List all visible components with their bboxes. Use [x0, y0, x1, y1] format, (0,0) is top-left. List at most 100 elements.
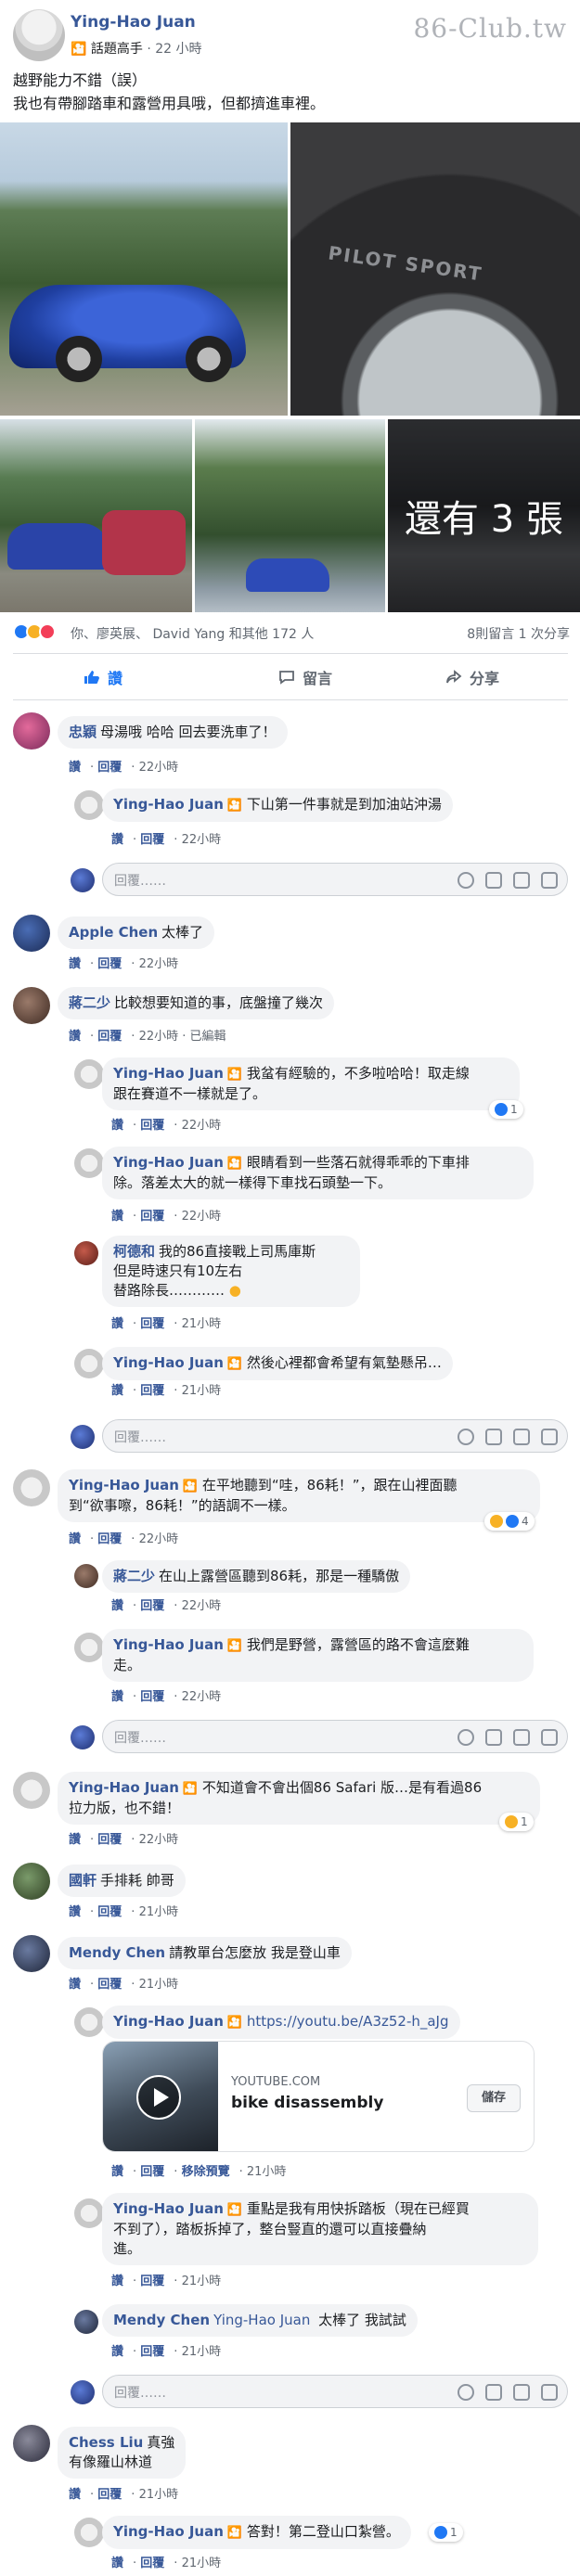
author-avatar[interactable]: [13, 9, 65, 61]
remove-preview-link[interactable]: 移除預覽: [182, 2165, 230, 2179]
avatar[interactable]: [13, 987, 50, 1024]
emoji-icon[interactable]: [458, 872, 474, 889]
photo-4[interactable]: [195, 419, 385, 612]
play-icon[interactable]: [136, 2075, 181, 2120]
thumbs-up-icon: [84, 671, 99, 684]
avatar[interactable]: [13, 1772, 50, 1809]
avatar[interactable]: [13, 915, 50, 952]
photo-1[interactable]: [0, 122, 288, 416]
divider: [13, 699, 568, 700]
comment-like-link[interactable]: 讚: [69, 761, 81, 775]
photo-3[interactable]: [0, 419, 192, 612]
sticker-icon[interactable]: [541, 872, 558, 889]
emoji-icon[interactable]: [458, 1429, 474, 1445]
reply-bubble: Ying-Hao Juan 🎦 https://youtu.be/A3z52-h_…: [102, 2006, 460, 2039]
like-icon: [434, 2526, 447, 2539]
comment-bubble: Chess Liu 真強 有像羅山林道: [58, 2427, 187, 2479]
comment-meta: 讚 · 回覆 · 移除預覽 · 21小時: [111, 2165, 287, 2179]
camera-icon[interactable]: [485, 872, 502, 889]
video-thumbnail[interactable]: [103, 2042, 218, 2151]
avatar[interactable]: [74, 1148, 104, 1178]
camera-icon[interactable]: [485, 1429, 502, 1445]
comment-meta: 讚 · 回覆 · 21小時: [69, 1905, 179, 1919]
reactor-names[interactable]: 你、廖英展、 David Yang 和其他 172 人: [71, 624, 314, 643]
camera-icon[interactable]: [485, 2384, 502, 2401]
comment-meta: 讚 · 回覆 · 22小時: [111, 1599, 222, 1613]
gif-icon[interactable]: [513, 1729, 530, 1746]
love-icon[interactable]: [39, 623, 56, 640]
gif-icon[interactable]: [513, 872, 530, 889]
comment-share-counts[interactable]: 8則留言 1 次分享: [467, 624, 570, 643]
sticker-icon[interactable]: [541, 1429, 558, 1445]
reply-input[interactable]: 回覆……: [102, 1720, 568, 1753]
divider: [13, 653, 568, 654]
gif-icon[interactable]: [513, 1429, 530, 1445]
comment-meta: 讚 · 回覆 · 22小時: [111, 833, 222, 847]
more-photos-overlay[interactable]: 還有 3 張: [388, 419, 580, 612]
gif-icon[interactable]: [513, 2384, 530, 2401]
more-photos-label: 還有 3 張: [405, 498, 563, 541]
avatar[interactable]: [74, 2198, 104, 2228]
author-name[interactable]: Ying-Hao Juan: [71, 13, 196, 32]
comment-meta: 讚 · 回覆 · 22小時: [111, 1690, 222, 1704]
link-preview-card[interactable]: YOUTUBE.COM bike disassembly 儲存: [102, 2041, 535, 2152]
laughing-icon: ●: [228, 1282, 241, 1299]
post-time[interactable]: 22 小時: [155, 42, 201, 57]
photo-2[interactable]: PILOT SPORT: [290, 122, 580, 416]
emoji-icon[interactable]: [458, 2384, 474, 2401]
avatar[interactable]: [13, 2425, 50, 2462]
comment-reply-link[interactable]: 回覆: [97, 761, 122, 775]
avatar[interactable]: [13, 1935, 50, 1972]
comment-button[interactable]: 留言: [278, 666, 332, 688]
share-button[interactable]: 分享: [445, 666, 499, 688]
comment-bubble: 國軒 手排耗 帥哥: [58, 1865, 186, 1897]
reaction-count[interactable]: 1: [489, 1100, 523, 1119]
comment-meta: 讚 · 回覆 · 22小時: [69, 1833, 179, 1847]
reply-input[interactable]: 回覆……: [102, 2375, 568, 2408]
save-button[interactable]: 儲存: [467, 2084, 521, 2112]
sticker-icon[interactable]: [541, 2384, 558, 2401]
avatar[interactable]: [74, 2518, 104, 2547]
reply-input[interactable]: 回覆……: [102, 863, 568, 896]
comment-meta: 讚 · 回覆 · 21小時: [111, 2345, 222, 2359]
link-title[interactable]: bike disassembly: [231, 2094, 383, 2112]
reply-bubble: Mendy Chen Ying-Hao Juan 太棒了 我試試: [102, 2304, 418, 2337]
avatar[interactable]: [74, 1241, 98, 1265]
avatar[interactable]: [74, 2007, 104, 2037]
author-badge: 話題高手: [90, 42, 143, 57]
badge-icon: 🎦: [71, 42, 87, 57]
reaction-count[interactable]: 1: [499, 1813, 534, 1831]
avatar[interactable]: [74, 1349, 104, 1378]
reply-input[interactable]: 回覆……: [102, 1419, 568, 1453]
comment-bubble: Mendy Chen 請教單台怎麼放 我是登山車: [58, 1937, 352, 1969]
avatar[interactable]: [74, 790, 104, 820]
tagged-user[interactable]: Ying-Hao Juan: [213, 2312, 310, 2328]
reply-bubble: Ying-Hao Juan 🎦 然後心裡都會希望有氣墊懸吊…: [102, 1347, 453, 1380]
avatar[interactable]: [74, 1059, 104, 1089]
reaction-count[interactable]: 4: [484, 1512, 535, 1531]
comment-bubble: 蔣二少 比較想要知道的事，底盤撞了幾次: [58, 987, 335, 1019]
avatar[interactable]: [74, 1564, 98, 1588]
reaction-count[interactable]: 1: [429, 2523, 463, 2542]
youtube-link[interactable]: https://youtu.be/A3z52-h_aJg: [247, 2013, 449, 2030]
like-button[interactable]: 讚: [84, 666, 122, 688]
comment-meta: 讚 · 回覆 · 22小時: [111, 1210, 222, 1224]
commenter-name[interactable]: 忠穎: [69, 724, 97, 740]
avatar[interactable]: [74, 2310, 98, 2334]
photo-5[interactable]: 還有 3 張: [388, 419, 580, 612]
tire-text: PILOT SPORT: [327, 241, 484, 286]
avatar[interactable]: [74, 1633, 104, 1662]
haha-icon: [505, 1815, 518, 1828]
comment-meta: 讚 · 回覆 · 22小時: [69, 957, 179, 971]
camera-icon[interactable]: [485, 1729, 502, 1746]
avatar: [71, 1725, 95, 1749]
haha-icon: [490, 1515, 503, 1528]
sticker-icon[interactable]: [541, 1729, 558, 1746]
avatar[interactable]: [13, 712, 50, 750]
like-icon: [495, 1103, 508, 1116]
avatar[interactable]: [13, 1863, 50, 1900]
avatar[interactable]: [13, 1469, 50, 1506]
comment-meta: 讚 · 回覆 · 22小時 · 已編輯: [69, 1030, 226, 1044]
emoji-icon[interactable]: [458, 1729, 474, 1746]
action-bar: 讚 留言 分享: [13, 660, 568, 694]
